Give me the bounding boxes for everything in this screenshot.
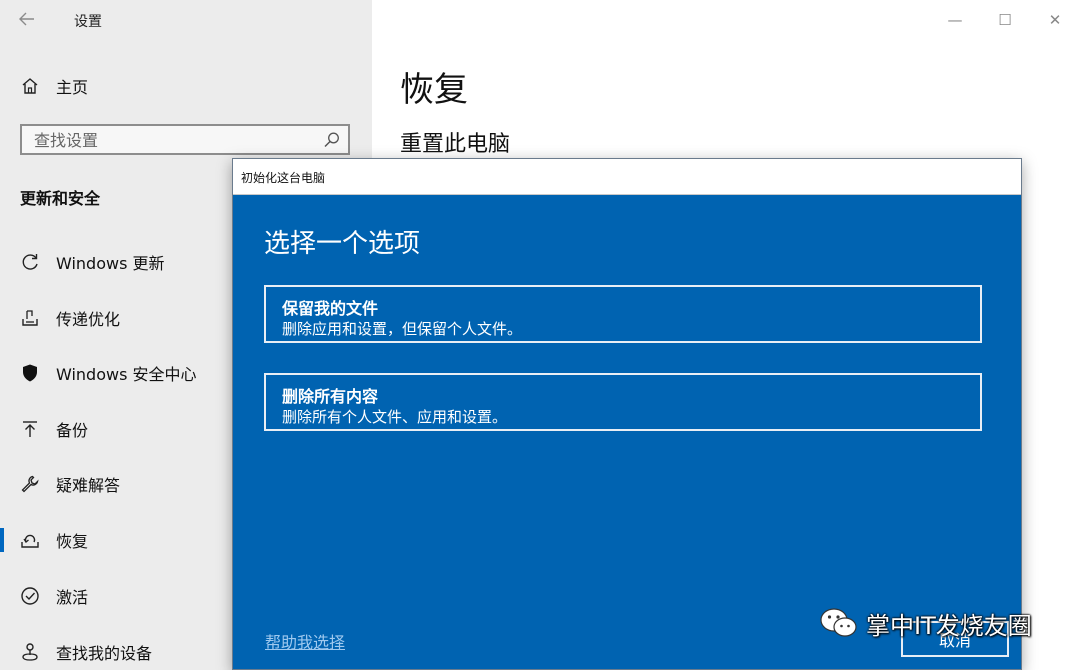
option-description: 删除应用和设置，但保留个人文件。 <box>282 320 523 338</box>
close-icon: ✕ <box>1048 11 1062 29</box>
home-icon <box>18 74 42 98</box>
keep-my-files-option[interactable]: 保留我的文件 删除应用和设置，但保留个人文件。 <box>264 285 982 343</box>
page-title: 恢复 <box>400 70 468 110</box>
recovery-icon <box>18 528 42 552</box>
watermark: 掌中IT发烧友圈 <box>818 605 1068 641</box>
dialog-titlebar: 初始化这台电脑 <box>233 159 1021 195</box>
option-title: 保留我的文件 <box>282 299 379 318</box>
sidebar-item-label: Windows 安全中心 <box>56 365 197 384</box>
section-title: 更新和安全 <box>20 189 101 208</box>
back-button[interactable] <box>14 8 40 30</box>
option-title: 删除所有内容 <box>282 387 379 406</box>
page-subtitle: 重置此电脑 <box>400 132 511 157</box>
wechat-icon <box>820 608 857 637</box>
active-indicator <box>0 528 4 552</box>
maximize-icon: ☐ <box>998 11 1012 29</box>
search-icon[interactable] <box>322 130 342 150</box>
upload-arrow-icon <box>18 417 42 441</box>
sidebar-titlebar: 设置 <box>0 0 372 40</box>
reset-pc-dialog: 初始化这台电脑 选择一个选项 保留我的文件 删除应用和设置，但保留个人文件。 删… <box>232 158 1022 670</box>
wrench-icon <box>18 472 42 496</box>
home-label: 主页 <box>56 78 89 97</box>
maximize-button[interactable]: ☐ <box>980 0 1030 40</box>
sidebar-item-label: 查找我的设备 <box>56 644 153 663</box>
sidebar-item-label: 恢复 <box>56 532 89 551</box>
sync-icon <box>18 250 42 274</box>
search-input[interactable] <box>34 129 314 151</box>
close-button[interactable]: ✕ <box>1030 0 1080 40</box>
sidebar-item-label: 传递优化 <box>56 310 121 329</box>
watermark-text: 掌中IT发烧友圈 <box>866 611 1032 640</box>
search-box[interactable] <box>20 124 350 155</box>
app-title: 设置 <box>74 14 102 30</box>
sidebar-item-label: 备份 <box>56 421 89 440</box>
person-location-icon <box>18 640 42 664</box>
home-nav[interactable]: 主页 <box>18 74 88 98</box>
sidebar-item-label: 激活 <box>56 588 89 607</box>
help-me-choose-link[interactable]: 帮助我选择 <box>265 629 345 653</box>
remove-everything-option[interactable]: 删除所有内容 删除所有个人文件、应用和设置。 <box>264 373 982 431</box>
back-arrow-icon <box>19 12 34 26</box>
sidebar-item-label: Windows 更新 <box>56 254 165 273</box>
sidebar-item-label: 疑难解答 <box>56 476 121 495</box>
option-description: 删除所有个人文件、应用和设置。 <box>282 408 508 426</box>
shield-icon <box>18 361 42 385</box>
window-controls: — ☐ ✕ <box>930 0 1080 40</box>
check-circle-icon <box>18 584 42 608</box>
dialog-title: 初始化这台电脑 <box>241 171 326 185</box>
minimize-icon: — <box>947 11 963 29</box>
minimize-button[interactable]: — <box>930 0 980 40</box>
dialog-heading: 选择一个选项 <box>264 229 421 259</box>
delivery-optimization-icon <box>18 306 42 330</box>
